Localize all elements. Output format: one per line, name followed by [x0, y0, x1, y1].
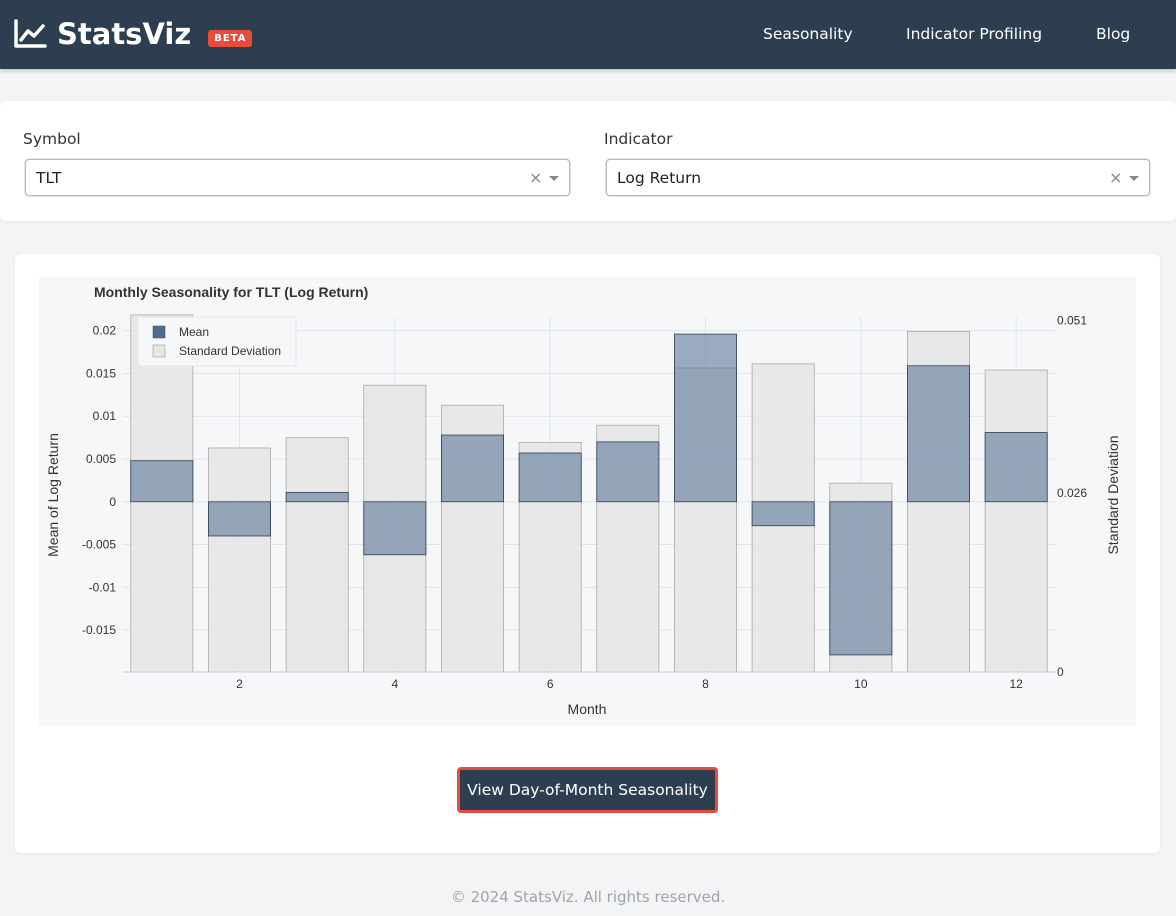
x-tick-label: 2 [236, 677, 243, 691]
legend-box [137, 316, 297, 367]
indicator-dropdown-arrow-icon[interactable] [1129, 176, 1139, 181]
indicator-clear-icon[interactable]: × [1109, 168, 1122, 187]
chart-panel: 0.02 0.015 0.01 0.005 0 -0.005 -0.01 -0.015 0.05… [15, 254, 1160, 853]
indicator-select[interactable]: Log Return × [606, 159, 1150, 196]
std-bar-month-2[interactable] [208, 447, 271, 673]
y-tick-label: -0.005 [82, 538, 116, 552]
y-tick-label: 0 [109, 495, 116, 509]
symbol-label: Symbol [23, 130, 81, 148]
indicator-value: Log Return [617, 169, 702, 187]
mean-bar-month-11[interactable] [907, 365, 970, 503]
x-tick-label: 6 [547, 677, 554, 691]
chart-line-icon [14, 19, 47, 48]
mean-bar-month-1[interactable] [130, 460, 194, 503]
mean-bar-month-12[interactable] [984, 432, 1048, 503]
y2-tick-label: 0.051 [1057, 313, 1087, 327]
mean-bar-month-4[interactable] [363, 501, 427, 556]
std-bar-month-12[interactable] [984, 369, 1048, 673]
chart-legend[interactable]: Mean Standard Deviation [137, 316, 297, 367]
symbol-value: TLT [36, 169, 62, 187]
nav-link-indicator-profiling[interactable]: Indicator Profiling [906, 25, 1042, 43]
symbol-dropdown-arrow-icon[interactable] [549, 176, 559, 181]
x-tick-label: 4 [391, 677, 398, 691]
filter-panel: Symbol TLT × Indicator Log Return × [0, 101, 1176, 221]
mean-bar-month-8[interactable] [674, 333, 737, 503]
legend-label-standard-deviation: Standard Deviation [179, 344, 281, 358]
y-tick-label: -0.01 [89, 580, 117, 594]
y-tick-label: 0.015 [86, 366, 116, 380]
top-navbar: StatsViz BETA Seasonality Indicator Prof… [0, 0, 1176, 69]
std-bar-month-3[interactable] [285, 437, 349, 673]
mean-bar-month-5[interactable] [441, 434, 504, 503]
y2-axis-title: Standard Deviation [1105, 435, 1121, 554]
y-tick-label: 0.005 [86, 452, 116, 466]
y2-tick-label: 0.026 [1057, 486, 1087, 500]
y-tick-label: -0.015 [82, 623, 116, 637]
x-tick-label: 8 [702, 677, 709, 691]
mean-bar-month-9[interactable] [751, 501, 815, 527]
mean-bar-month-6[interactable] [518, 452, 582, 503]
chart-title: Monthly Seasonality for TLT (Log Return) [94, 284, 368, 300]
beta-badge: BETA [208, 29, 253, 47]
nav-link-blog[interactable]: Blog [1096, 25, 1130, 43]
mean-bar-month-3[interactable] [285, 491, 349, 503]
mean-bar-month-2[interactable] [208, 501, 271, 537]
mean-bar-month-7[interactable] [596, 441, 660, 503]
indicator-label: Indicator [604, 130, 673, 148]
seasonality-chart[interactable]: 0.02 0.015 0.01 0.005 0 -0.005 -0.01 -0.015 0.05… [15, 254, 1160, 754]
y-tick-label: 0.01 [93, 409, 117, 423]
symbol-clear-icon[interactable]: × [529, 168, 542, 187]
y-tick-label: 0.02 [93, 324, 117, 338]
legend-swatch-standard-deviation [152, 344, 166, 358]
legend-swatch-mean [152, 325, 166, 339]
y2-tick-label: 0 [1057, 665, 1064, 679]
brand-logo[interactable]: StatsViz BETA [14, 17, 253, 51]
day-of-month-seasonality-button[interactable]: View Day-of-Month Seasonality [457, 767, 718, 813]
x-tick-label: 10 [854, 677, 868, 691]
symbol-select[interactable]: TLT × [25, 159, 570, 196]
brand-name: StatsViz [57, 17, 192, 51]
footer-copyright: © 2024 StatsViz. All rights reserved. [450, 888, 726, 906]
y-axis-title: Mean of Log Return [45, 433, 61, 557]
legend-label-mean: Mean [179, 325, 209, 339]
x-tick-label: 12 [1009, 677, 1023, 691]
x-axis-title: Month [568, 701, 607, 717]
mean-bar-month-10[interactable] [829, 501, 893, 656]
nav-link-seasonality[interactable]: Seasonality [763, 25, 853, 43]
